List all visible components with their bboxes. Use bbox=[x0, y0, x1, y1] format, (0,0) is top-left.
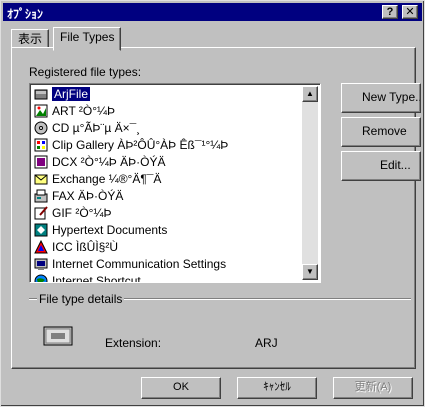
icc-profile-icon bbox=[34, 240, 48, 254]
list-item-label: Clip Gallery ÀÞ²ÔÛ°ÀÞ Êß¯¹°¼Þ bbox=[52, 138, 229, 152]
list-item-label: ArjFile bbox=[50, 86, 92, 102]
edit-button[interactable]: Edit... bbox=[341, 151, 421, 181]
list-item[interactable]: ART ²Ò°¼Þ bbox=[32, 103, 302, 120]
help-button[interactable]: ? bbox=[382, 5, 398, 19]
list-item[interactable]: FAX ÄÞ·­ÒÝÄ bbox=[32, 188, 302, 205]
list-item-label: Hypertext Documents bbox=[52, 223, 168, 237]
list-scrollbar[interactable]: ▲ ▼ bbox=[302, 86, 318, 280]
list-item[interactable]: ICC ÌßÛÌ§²Ù bbox=[32, 239, 302, 256]
tab-file-types[interactable]: File Types bbox=[53, 27, 122, 51]
cancel-button[interactable]: ｷｬﾝｾﾙ bbox=[237, 377, 317, 399]
close-button[interactable]: ✕ bbox=[402, 5, 418, 19]
fax-icon bbox=[34, 189, 48, 203]
ok-button[interactable]: OK bbox=[141, 377, 221, 399]
list-item[interactable]: ArjFile bbox=[32, 86, 302, 103]
extension-label: Extension: bbox=[105, 336, 162, 350]
registered-types-label: Registered file types: bbox=[29, 65, 142, 79]
arj-file-icon bbox=[34, 89, 48, 100]
list-item-label: CD µ°ÃÞ¨µ Ä×¯¸ bbox=[52, 121, 141, 135]
list-item-label: DCX ²Ò°¼Þ ÄÞ·­ÒÝÄ bbox=[52, 155, 166, 169]
apply-button[interactable]: 更新(A) bbox=[333, 377, 413, 399]
list-item[interactable]: Internet Shortcut bbox=[32, 273, 302, 283]
cd-audio-icon bbox=[34, 121, 48, 135]
list-item[interactable]: CD µ°ÃÞ¨µ Ä×¯¸ bbox=[32, 120, 302, 137]
window-title: ｵﾌﾟｼｮﾝ bbox=[7, 7, 44, 21]
list-item-label: Exchange ¼®°Ä¶¯Ä bbox=[52, 172, 162, 186]
exchange-icon bbox=[34, 174, 48, 185]
new-type-label: New Type... bbox=[362, 90, 421, 104]
image-icon bbox=[34, 155, 48, 169]
list-item[interactable]: GIF ²Ò°¼Þ bbox=[32, 205, 302, 222]
list-item-label: GIF ²Ò°¼Þ bbox=[52, 206, 112, 220]
scroll-up-button[interactable]: ▲ bbox=[302, 86, 318, 102]
options-dialog: ｵﾌﾟｼｮﾝ ? ✕ 表示 File Types Registered file… bbox=[0, 0, 425, 407]
list-item[interactable]: Internet Communication Settings bbox=[32, 256, 302, 273]
list-item-label: Internet Shortcut bbox=[52, 274, 141, 283]
details-group-label: File type details bbox=[37, 292, 125, 306]
list-item[interactable]: Clip Gallery ÀÞ²ÔÛ°ÀÞ Êß¯¹°¼Þ bbox=[32, 137, 302, 154]
list-item-label: ART ²Ò°¼Þ bbox=[52, 104, 116, 118]
image-icon bbox=[34, 104, 48, 118]
list-item[interactable]: DCX ²Ò°¼Þ ÄÞ·­ÒÝÄ bbox=[32, 154, 302, 171]
file-types-list[interactable]: ArjFile ART ²Ò°¼Þ CD µ°ÃÞ¨µ Ä×¯¸ Clip Ga… bbox=[29, 83, 321, 283]
list-item[interactable]: Exchange ¼®°Ä¶¯Ä bbox=[32, 171, 302, 188]
file-type-icon bbox=[43, 326, 73, 346]
new-type-button[interactable]: New Type... bbox=[341, 83, 421, 113]
list-item-label: Internet Communication Settings bbox=[52, 257, 227, 271]
remove-label: Remove bbox=[362, 124, 407, 138]
remove-button[interactable]: Remove bbox=[341, 117, 421, 147]
list-item-label: FAX ÄÞ·­ÒÝÄ bbox=[52, 189, 124, 203]
clip-gallery-icon bbox=[34, 138, 48, 152]
html-doc-icon bbox=[34, 223, 48, 237]
list-item[interactable]: Hypertext Documents bbox=[32, 222, 302, 239]
extension-value: ARJ bbox=[255, 336, 278, 350]
edit-label: Edit... bbox=[380, 158, 411, 172]
scroll-down-button[interactable]: ▼ bbox=[302, 264, 318, 280]
tab-display[interactable]: 表示 bbox=[11, 29, 50, 48]
internet-settings-icon bbox=[34, 258, 48, 270]
list-item-label: ICC ÌßÛÌ§²Ù bbox=[52, 240, 118, 254]
internet-shortcut-icon bbox=[34, 274, 48, 282]
image-edit-icon bbox=[34, 206, 48, 220]
title-bar[interactable]: ｵﾌﾟｼｮﾝ ? ✕ bbox=[3, 3, 422, 21]
